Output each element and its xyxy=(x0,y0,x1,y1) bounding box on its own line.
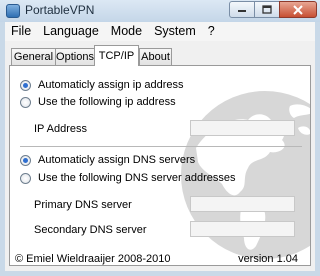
menu-help[interactable]: ? xyxy=(202,22,221,41)
menu-bar: File Language Mode System ? xyxy=(5,22,315,42)
minimize-icon xyxy=(238,9,246,12)
ip-manual-option[interactable]: Use the following ip address xyxy=(20,96,176,108)
secondary-dns-label: Secondary DNS server xyxy=(34,224,147,236)
main-content: General Options TCP/IP About Automaticly… xyxy=(5,41,315,271)
copyright-text: © Emiel Wieldraaijer 2008-2010 xyxy=(15,253,171,265)
status-footer: © Emiel Wieldraaijer 2008-2010 version 1… xyxy=(5,245,315,271)
menu-mode[interactable]: Mode xyxy=(105,22,148,41)
secondary-dns-field[interactable] xyxy=(190,221,295,237)
ip-auto-radio[interactable] xyxy=(20,79,31,91)
dns-manual-option[interactable]: Use the following DNS server addresses xyxy=(20,172,235,184)
tab-tcpip[interactable]: TCP/IP xyxy=(94,45,139,66)
dns-auto-radio[interactable] xyxy=(20,154,31,166)
ip-manual-label: Use the following ip address xyxy=(38,96,176,108)
app-window: PortableVPN File Language Mode System ? … xyxy=(0,0,320,276)
maximize-icon xyxy=(262,5,272,14)
title-bar[interactable]: PortableVPN xyxy=(0,0,320,22)
section-divider xyxy=(20,146,302,147)
menu-system[interactable]: System xyxy=(148,22,202,41)
dns-manual-radio[interactable] xyxy=(20,172,31,184)
minimize-button[interactable] xyxy=(229,1,255,18)
dns-manual-label: Use the following DNS server addresses xyxy=(38,172,236,184)
close-icon xyxy=(293,4,303,15)
tab-general[interactable]: General xyxy=(11,48,56,65)
tab-options[interactable]: Options xyxy=(55,48,95,65)
ip-address-label: IP Address xyxy=(34,123,87,135)
tcpip-panel: Automaticly assign ip address Use the fo… xyxy=(9,65,311,266)
primary-dns-field[interactable] xyxy=(190,196,295,212)
tab-about[interactable]: About xyxy=(139,48,172,65)
menu-file[interactable]: File xyxy=(5,22,37,41)
dns-auto-label: Automaticly assign DNS servers xyxy=(38,154,196,166)
primary-dns-label: Primary DNS server xyxy=(34,199,132,211)
menu-language[interactable]: Language xyxy=(37,22,105,41)
window-title: PortableVPN xyxy=(25,3,95,17)
version-text: version 1.04 xyxy=(238,253,298,265)
ip-auto-option[interactable]: Automaticly assign ip address xyxy=(20,79,184,91)
close-button[interactable] xyxy=(279,1,317,18)
app-icon xyxy=(6,4,20,18)
maximize-button[interactable] xyxy=(254,1,280,18)
ip-manual-radio[interactable] xyxy=(20,96,31,108)
ip-address-field[interactable] xyxy=(190,120,295,136)
ip-auto-label: Automaticly assign ip address xyxy=(38,79,184,91)
dns-auto-option[interactable]: Automaticly assign DNS servers xyxy=(20,154,195,166)
